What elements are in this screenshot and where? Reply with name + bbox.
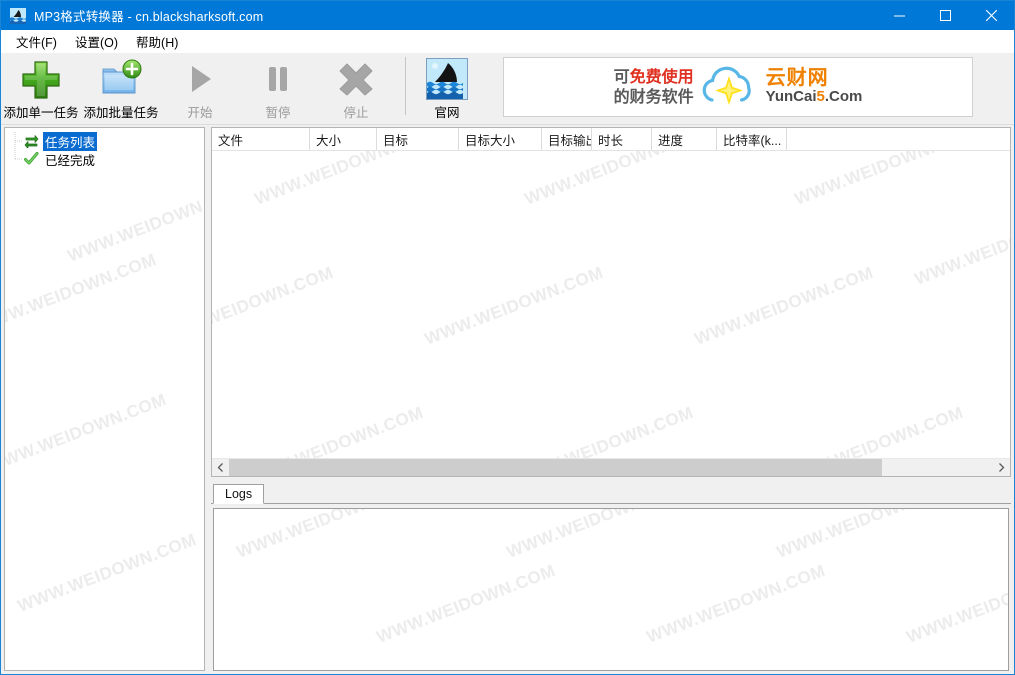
start-label: 开始 — [187, 106, 213, 120]
ad-brand-en-num: 5 — [816, 88, 825, 105]
task-list-body[interactable]: WWW.WEIDOWN.COM WWW.WEIDOWN.COM WWW.WEID… — [212, 151, 1010, 458]
column-header-size[interactable]: 大小 — [310, 128, 377, 150]
stop-label: 停止 — [343, 106, 369, 120]
scrollbar-thumb[interactable] — [229, 459, 882, 476]
watermark-text: WWW.WEIDOWN.COM — [15, 529, 199, 616]
official-site-button[interactable]: 官网 — [416, 53, 478, 121]
pause-icon — [255, 58, 301, 100]
task-list-header: 文件 大小 目标 目标大小 目标输出配置 时长 进度 比特率(k... — [212, 128, 1010, 151]
add-batch-task-label: 添加批量任务 — [83, 106, 159, 120]
tree-connector — [14, 132, 23, 150]
ad-line1-red: 免费使用 — [629, 67, 694, 86]
horizontal-scrollbar[interactable] — [212, 458, 1010, 476]
watermark-layer-logs: WWW.WEIDOWN.COM WWW.WEIDOWN.COM WWW.WEID… — [214, 509, 1008, 670]
menu-item-help[interactable]: 帮助(H) — [127, 30, 187, 54]
logs-tabstrip: Logs — [211, 482, 1011, 504]
stop-x-icon — [333, 58, 379, 100]
watermark-layer-sidebar: WWW.WEIDOWN.COM WWW.WEIDOWN.COM WWW.WEID… — [5, 128, 204, 670]
column-header-progress[interactable]: 进度 — [652, 128, 717, 150]
column-header-bitrate[interactable]: 比特率(k... — [717, 128, 787, 150]
menu-bar: 文件(F) 设置(O) 帮助(H) — [1, 30, 1014, 53]
right-panel: 文件 大小 目标 目标大小 目标输出配置 时长 进度 比特率(k... WWW.… — [211, 127, 1011, 671]
title-bar: MP3格式转换器 - cn.blacksharksoft.com — [1, 1, 1014, 30]
watermark-layer-list: WWW.WEIDOWN.COM WWW.WEIDOWN.COM WWW.WEID… — [212, 151, 1010, 458]
ad-brand-en: YunCai5.Com — [766, 87, 863, 107]
watermark-text: WWW.WEIDOWN.COM — [212, 262, 336, 349]
main-content: WWW.WEIDOWN.COM WWW.WEIDOWN.COM WWW.WEID… — [1, 125, 1014, 674]
window-title: MP3格式转换器 - cn.blacksharksoft.com — [34, 10, 264, 24]
watermark-text: WWW.WEIDOWN.COM — [512, 402, 696, 458]
logs-section: Logs WWW.WEIDOWN.COM WWW.WEIDOWN.COM WWW… — [211, 482, 1011, 671]
sidebar-item-completed[interactable]: 已经完成 — [9, 150, 204, 168]
toolbar: 添加单一任务 添加批量任务 开始 暂停 停止 官网 可免费使用 的财务软件 云财… — [1, 53, 1014, 125]
sync-arrows-icon — [23, 133, 40, 149]
sidebar-item-task-list-label: 任务列表 — [43, 131, 98, 151]
watermark-text: WWW.WEIDOWN.COM — [644, 560, 828, 647]
column-header-file[interactable]: 文件 — [212, 128, 310, 150]
window-controls — [876, 1, 1014, 30]
shark-thumb-icon — [426, 58, 468, 100]
scrollbar-track[interactable] — [229, 459, 993, 476]
app-window: MP3格式转换器 - cn.blacksharksoft.com 文件(F) 设… — [0, 0, 1015, 675]
watermark-text: WWW.WEIDOWN.COM — [422, 262, 606, 349]
chevron-right-icon[interactable] — [993, 459, 1010, 476]
add-single-task-button[interactable]: 添加单一任务 — [1, 53, 81, 121]
add-single-task-label: 添加单一任务 — [3, 106, 79, 120]
tree-connector — [14, 150, 23, 168]
minimize-icon[interactable] — [876, 1, 922, 30]
sidebar-item-completed-label: 已经完成 — [45, 153, 96, 168]
watermark-text: WWW.WEIDOWN.COM — [912, 202, 1010, 289]
add-batch-task-button[interactable]: 添加批量任务 — [81, 53, 161, 121]
logs-textarea[interactable]: WWW.WEIDOWN.COM WWW.WEIDOWN.COM WWW.WEID… — [213, 508, 1009, 671]
task-list-view: 文件 大小 目标 目标大小 目标输出配置 时长 进度 比特率(k... WWW.… — [211, 127, 1011, 477]
watermark-text: WWW.WEIDOWN.COM — [234, 509, 418, 562]
watermark-text: WWW.WEIDOWN.COM — [774, 509, 958, 562]
ad-line1-plain: 可 — [613, 67, 630, 86]
ad-brand-en-pre: YunCai — [765, 88, 817, 105]
watermark-text: WWW.WEIDOWN.COM — [242, 402, 426, 458]
watermark-text: WWW.WEIDOWN.COM — [5, 249, 159, 336]
pause-button[interactable]: 暂停 — [239, 53, 317, 121]
pause-label: 暂停 — [265, 106, 291, 120]
shark-icon — [10, 7, 26, 24]
close-icon[interactable] — [968, 1, 1014, 30]
chevron-left-icon[interactable] — [212, 459, 229, 476]
watermark-text: WWW.WEIDOWN.COM — [782, 402, 966, 458]
folder-add-icon — [98, 58, 144, 100]
check-icon — [23, 151, 40, 167]
toolbar-separator — [405, 57, 406, 115]
maximize-icon[interactable] — [922, 1, 968, 30]
play-icon — [177, 58, 223, 100]
watermark-text: WWW.WEIDOWN.COM — [374, 560, 558, 647]
column-header-target-output-config[interactable]: 目标输出配置 — [542, 128, 592, 150]
ad-banner[interactable]: 可免费使用 的财务软件 云财网 YunCai5.Com — [503, 57, 973, 117]
watermark-text: WWW.WEIDOWN.COM — [65, 179, 204, 266]
watermark-text: WWW.WEIDOWN.COM — [692, 262, 876, 349]
official-site-label: 官网 — [434, 106, 460, 120]
ad-text: 可免费使用 的财务软件 — [614, 67, 694, 107]
stop-button[interactable]: 停止 — [317, 53, 395, 121]
ad-brand-cn: 云财网 — [765, 65, 829, 89]
column-header-filler — [787, 128, 1010, 150]
menu-item-file[interactable]: 文件(F) — [7, 30, 66, 54]
plus-icon — [18, 58, 64, 100]
start-button[interactable]: 开始 — [161, 53, 239, 121]
ad-brand-en-post: .Com — [824, 88, 863, 105]
watermark-text: WWW.WEIDOWN.COM — [522, 151, 706, 209]
sidebar-item-task-list[interactable]: 任务列表 — [9, 131, 204, 151]
menu-item-settings[interactable]: 设置(O) — [66, 30, 127, 54]
column-header-target-size[interactable]: 目标大小 — [459, 128, 542, 150]
task-tree-panel: WWW.WEIDOWN.COM WWW.WEIDOWN.COM WWW.WEID… — [4, 127, 205, 671]
ad-line2: 的财务软件 — [613, 87, 694, 106]
tab-logs[interactable]: Logs — [213, 484, 265, 504]
watermark-text: WWW.WEIDOWN.COM — [904, 560, 1008, 647]
cloud-star-icon — [698, 62, 760, 113]
watermark-text: WWW.WEIDOWN.COM — [252, 151, 436, 209]
column-header-target[interactable]: 目标 — [377, 128, 459, 150]
watermark-text: WWW.WEIDOWN.COM — [5, 389, 169, 476]
watermark-text: WWW.WEIDOWN.COM — [792, 151, 976, 209]
watermark-text: WWW.WEIDOWN.COM — [504, 509, 688, 562]
column-header-duration[interactable]: 时长 — [592, 128, 652, 150]
